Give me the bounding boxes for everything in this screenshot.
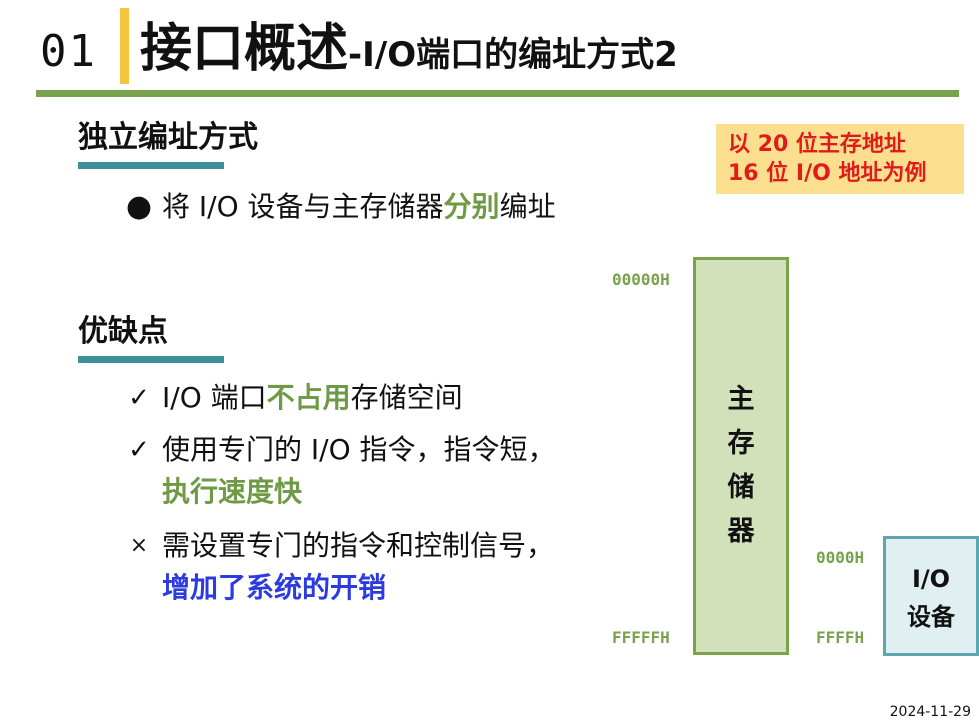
title-sub: -I/O端口的编址方式2 (348, 35, 678, 75)
slide-title: 接口概述-I/O端口的编址方式2 (140, 14, 678, 96)
bullet-text: 将 I/O 设备与主存储器 (162, 190, 444, 223)
section-underline (78, 356, 224, 363)
item-emphasis: 不占用 (266, 381, 351, 414)
section-underline (78, 162, 224, 169)
note-line-1: 以 20 位主存地址 (728, 132, 906, 157)
section-heading-independent: 独立编址方式 (78, 120, 258, 155)
item-text: 需设置专门的指令和控制信号， (162, 529, 555, 562)
mem-start-address: 00000H (612, 270, 670, 289)
example-note: 以 20 位主存地址 16 位 I/O 地址为例 (716, 124, 964, 194)
list-item: ● 将 I/O 设备与主存储器分别编址 (126, 186, 642, 228)
slide-number: 01 (40, 26, 97, 77)
title-main: 接口概述 (140, 19, 349, 79)
section-heading-pros-cons: 优缺点 (78, 314, 168, 349)
mem-end-address: FFFFFH (612, 628, 670, 647)
check-icon: ✓ (128, 383, 150, 413)
bullet-dot-icon: ● (125, 189, 153, 224)
note-line-2: 16 位 I/O 地址为例 (728, 161, 927, 186)
bullet-text-end: 编址 (499, 190, 556, 223)
footer-date: 2024-11-29 (889, 704, 971, 720)
list-item: ✓ 使用专门的 I/O 指令，指令短， 执行速度快 (128, 429, 642, 513)
cross-icon: × (129, 533, 149, 558)
io-start-address: 0000H (816, 548, 865, 567)
io-device-label: I/O 设备 (907, 565, 955, 631)
item-text-end: 存储空间 (350, 381, 463, 414)
item-emphasis: 执行速度快 (162, 475, 303, 508)
bullet-list-2: ✓ I/O 端口不占用存储空间 ✓ 使用专门的 I/O 指令，指令短， 执行速度快… (128, 377, 642, 617)
item-text: I/O 端口 (162, 381, 267, 414)
list-item: ✓ I/O 端口不占用存储空间 (128, 377, 642, 419)
check-icon: ✓ (128, 435, 150, 465)
main-memory-label: 主 存 储 器 (727, 384, 755, 547)
title-underline (36, 90, 959, 97)
item-text: 使用专门的 I/O 指令，指令短， (162, 433, 556, 466)
list-item: × 需设置专门的指令和控制信号， 增加了系统的开销 (130, 525, 642, 609)
item-emphasis: 增加了系统的开销 (162, 571, 387, 604)
bullet-emphasis: 分别 (443, 190, 500, 223)
io-end-address: FFFFH (816, 628, 865, 647)
bullet-list-1: ● 将 I/O 设备与主存储器分别编址 (126, 186, 642, 276)
title-accent-bar (120, 8, 129, 84)
